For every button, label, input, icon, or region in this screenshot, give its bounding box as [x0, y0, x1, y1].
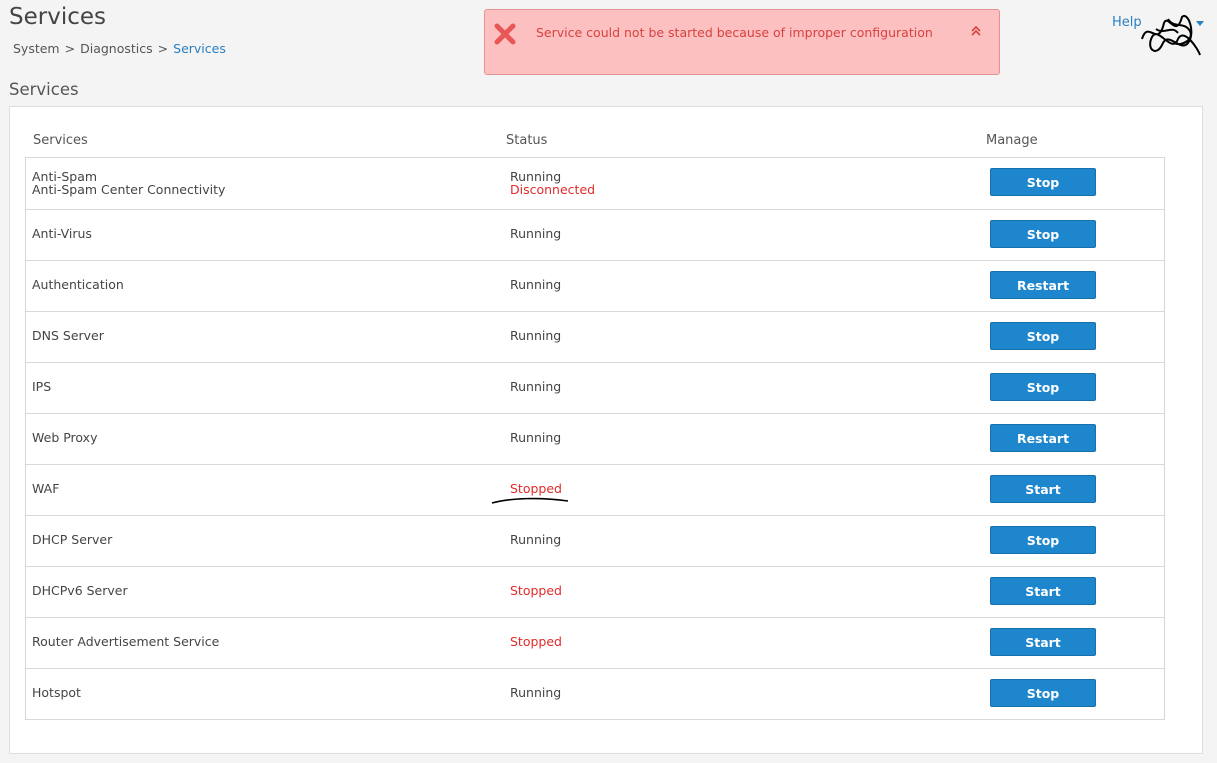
service-name: DHCPv6 Server	[32, 583, 128, 598]
breadcrumb-services[interactable]: Services	[173, 41, 226, 56]
service-status: Running	[510, 379, 562, 394]
table-row: Web Proxy Running Restart	[26, 413, 1164, 464]
table-row: DHCP Server Running Stop	[26, 515, 1164, 566]
start-button[interactable]: Start	[990, 577, 1096, 605]
service-status: Running	[510, 328, 562, 343]
stop-button[interactable]: Stop	[990, 679, 1096, 707]
services-table: Anti-Spam Anti-Spam Center Connectivity …	[25, 157, 1165, 720]
service-name-secondary: Anti-Spam Center Connectivity	[32, 182, 226, 197]
service-name: Hotspot	[32, 685, 81, 700]
service-name: WAF	[32, 481, 60, 496]
stop-button[interactable]: Stop	[990, 373, 1096, 401]
restart-button[interactable]: Restart	[990, 271, 1096, 299]
service-status: Running	[510, 532, 562, 547]
stop-button[interactable]: Stop	[990, 322, 1096, 350]
service-status: Running Disconnected	[510, 170, 595, 196]
table-row: WAF Stopped Start	[26, 464, 1164, 515]
table-row: Hotspot Running Stop	[26, 668, 1164, 719]
service-status: Stopped	[510, 634, 562, 649]
handwritten-underline	[491, 497, 569, 504]
breadcrumb-system[interactable]: System	[13, 41, 60, 56]
scribble-mark	[1141, 14, 1201, 56]
column-header-status: Status	[506, 133, 548, 148]
service-status: Stopped	[510, 583, 562, 598]
service-status: Running	[510, 226, 562, 241]
service-name: Authentication	[32, 277, 124, 292]
double-chevron-up-icon[interactable]	[969, 24, 983, 38]
service-name: Anti-Virus	[32, 226, 92, 241]
section-title: Services	[9, 80, 79, 99]
stop-button[interactable]: Stop	[990, 526, 1096, 554]
service-name: DNS Server	[32, 328, 104, 343]
error-x-icon	[494, 23, 516, 45]
error-alert: Service could not be started because of …	[484, 9, 1000, 75]
service-status: Running	[510, 430, 562, 445]
column-header-services: Services	[33, 133, 88, 148]
breadcrumb-separator: >	[157, 41, 169, 56]
table-row: IPS Running Stop	[26, 362, 1164, 413]
table-row: Router Advertisement Service Stopped Sta…	[26, 617, 1164, 668]
service-status: Running	[510, 685, 562, 700]
status-secondary: Disconnected	[510, 182, 596, 197]
page-title: Services	[9, 4, 106, 30]
alert-message: Service could not be started because of …	[536, 25, 933, 40]
service-name: IPS	[32, 379, 52, 394]
start-button[interactable]: Start	[990, 628, 1096, 656]
column-header-manage: Manage	[986, 133, 1038, 148]
service-status: Stopped	[510, 481, 562, 496]
breadcrumb: System > Diagnostics > Services	[13, 41, 226, 56]
service-name: Web Proxy	[32, 430, 98, 445]
table-row: Authentication Running Restart	[26, 260, 1164, 311]
table-row: DHCPv6 Server Stopped Start	[26, 566, 1164, 617]
table-row: DNS Server Running Stop	[26, 311, 1164, 362]
breadcrumb-diagnostics[interactable]: Diagnostics	[80, 41, 153, 56]
service-name: Router Advertisement Service	[32, 634, 220, 649]
service-name: Anti-Spam Anti-Spam Center Connectivity	[32, 170, 225, 196]
services-panel: Services Status Manage Anti-Spam Anti-Sp…	[9, 106, 1203, 754]
table-row: Anti-Spam Anti-Spam Center Connectivity …	[26, 158, 1164, 209]
service-status: Running	[510, 277, 562, 292]
start-button[interactable]: Start	[990, 475, 1096, 503]
table-row: Anti-Virus Running Stop	[26, 209, 1164, 260]
service-name: DHCP Server	[32, 532, 113, 547]
stop-button[interactable]: Stop	[990, 168, 1096, 196]
stop-button[interactable]: Stop	[990, 220, 1096, 248]
breadcrumb-separator: >	[64, 41, 76, 56]
restart-button[interactable]: Restart	[990, 424, 1096, 452]
